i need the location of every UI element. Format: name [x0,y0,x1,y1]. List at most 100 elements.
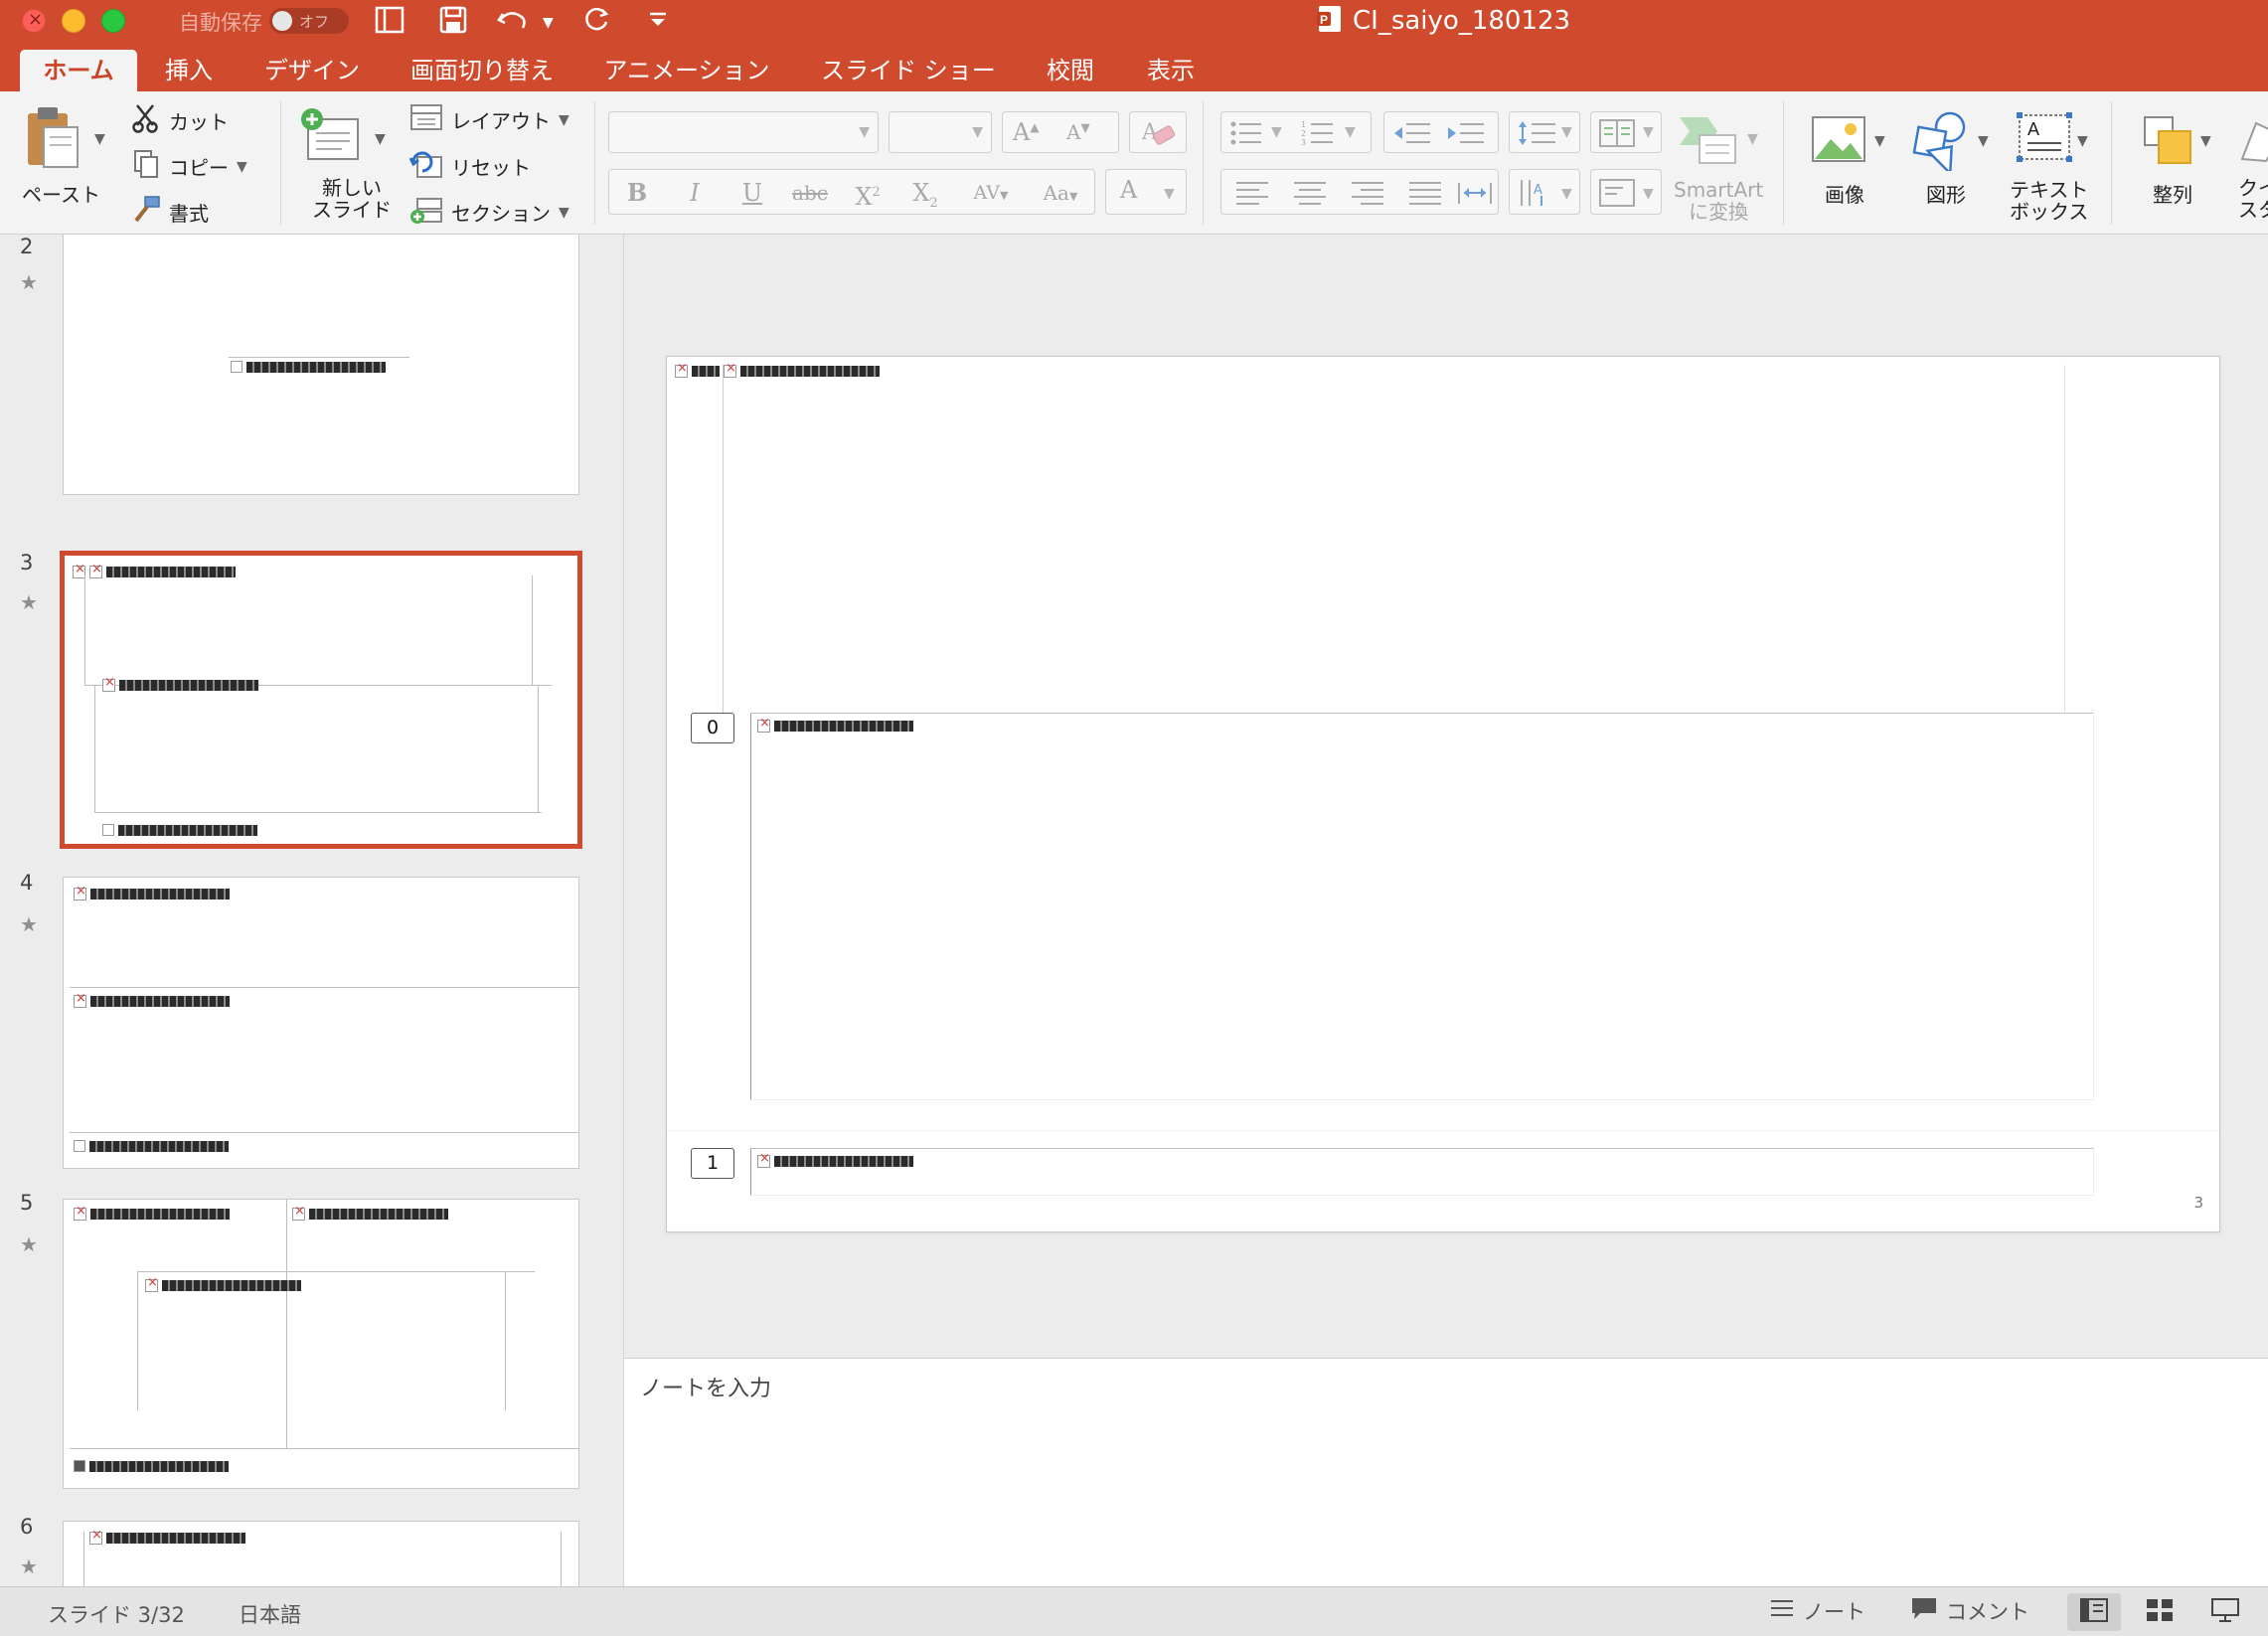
content-placeholder-0[interactable] [750,713,2094,1100]
slide-thumbnail-2[interactable] [63,235,579,495]
layout-dropdown-icon[interactable]: ▼ [559,112,569,128]
shapes-button[interactable] [1910,109,1974,177]
reset-button[interactable]: リセット [408,149,531,184]
underline-icon[interactable]: U [728,171,777,215]
broken-image-icon [724,361,736,378]
columns-button[interactable]: ▼ [1590,111,1662,153]
numbering-icon[interactable]: 123 [1301,119,1335,151]
slide-thumbnail-5[interactable] [63,1199,579,1489]
image-button[interactable] [1809,111,1868,169]
shapes-dropdown-icon[interactable]: ▼ [1978,133,1989,149]
tab-animations[interactable]: アニメーション [592,50,781,91]
font-size-select[interactable]: ▼ [889,111,992,153]
redo-icon[interactable] [580,4,612,36]
align-right-icon[interactable] [1351,180,1384,210]
arrange-button[interactable] [2141,113,2196,169]
tab-insert[interactable]: 挿入 [149,50,229,91]
current-slide[interactable]: 0 1 3 [666,356,2220,1232]
italic-icon[interactable]: I [670,171,720,215]
autosave-toggle[interactable]: オフ [269,8,349,34]
normal-view-button[interactable] [2067,1593,2121,1631]
grid-icon [2145,1597,2175,1627]
quick-styles-button[interactable] [2236,115,2268,165]
numbering-dropdown-icon[interactable]: ▼ [1345,124,1356,140]
slide-placeholder-title[interactable] [675,361,880,378]
customize-toolbar-icon[interactable] [646,4,670,36]
section-dropdown-icon[interactable]: ▼ [559,205,569,221]
cut-button[interactable]: カット [131,103,229,138]
textbox-button[interactable]: A [2016,111,2073,167]
section-button[interactable]: セクション ▼ [409,195,569,230]
align-center-icon[interactable] [1293,180,1327,210]
slide-thumbnail-6[interactable] [63,1521,579,1586]
thumbnail-line [83,1532,84,1586]
font-name-select[interactable]: ▼ [608,111,879,153]
distribute-icon[interactable] [1458,180,1492,210]
text-direction-button[interactable]: A ▼ [1509,169,1580,215]
placeholder-text-bars [89,1140,229,1152]
format-painter-button[interactable]: 書式 [131,195,209,230]
new-slide-button[interactable] [298,105,368,167]
justify-icon[interactable] [1408,180,1442,210]
tab-transitions[interactable]: 画面切り替え [398,50,567,91]
placeholder-text-bars [246,361,386,373]
align-text-button[interactable]: ▼ [1590,169,1662,215]
bold-icon[interactable]: B [612,171,662,215]
paste-button[interactable] [22,103,91,173]
number-box-1[interactable]: 1 [691,1148,734,1179]
slideshow-view-button[interactable] [2198,1593,2252,1631]
save-icon[interactable] [437,4,469,36]
guide-line [2064,365,2065,713]
normal-view-icon [2079,1597,2109,1627]
increase-indent-icon[interactable] [1446,119,1486,151]
undo-dropdown-icon[interactable]: ▼ [543,6,554,40]
window-maximize-button[interactable] [101,9,125,33]
slide-thumbnail-4[interactable] [63,877,579,1169]
language-indicator[interactable]: 日本語 [239,1599,301,1629]
smartart-button[interactable] [1678,113,1747,171]
clear-formatting-button[interactable]: A [1129,111,1187,153]
copy-dropdown-icon[interactable]: ▼ [237,159,247,175]
new-slide-dropdown-icon[interactable]: ▼ [375,131,386,147]
window-close-button[interactable] [22,9,46,33]
character-spacing-icon[interactable]: AV▼ [960,171,1022,215]
tab-review[interactable]: 校閲 [1034,50,1107,91]
notes-toggle-button[interactable]: ノート [1769,1595,1865,1626]
arrange-dropdown-icon[interactable]: ▼ [2200,133,2211,149]
tab-home[interactable]: ホーム [20,50,137,91]
slide-panel-icon[interactable] [374,4,405,36]
line-spacing-button[interactable]: ▼ [1509,111,1580,153]
decrease-font-size-icon[interactable]: A▼ [1066,120,1090,144]
bullets-icon[interactable] [1229,119,1263,151]
bullets-dropdown-icon[interactable]: ▼ [1271,124,1282,140]
tab-view[interactable]: 表示 [1131,50,1211,91]
subscript-icon[interactable]: X2 [900,171,950,215]
smartart-dropdown-icon[interactable]: ▼ [1747,131,1758,147]
undo-icon[interactable] [495,4,531,36]
textbox-dropdown-icon[interactable]: ▼ [2077,133,2088,149]
paste-dropdown-icon[interactable]: ▼ [94,131,105,147]
notes-placeholder[interactable]: ノートを入力 [640,1371,771,1402]
content-placeholder-1[interactable] [750,1148,2094,1196]
number-box-0[interactable]: 0 [691,713,734,743]
decrease-indent-icon[interactable] [1392,119,1432,151]
image-dropdown-icon[interactable]: ▼ [1874,133,1885,149]
slide-thumbnail-panel[interactable]: 2 ★ 3 ★ 4 ★ [0,235,624,1586]
increase-font-size-icon[interactable]: A▲ [1013,118,1040,146]
tab-slideshow[interactable]: スライド ショー [807,50,1010,91]
comments-toggle-button[interactable]: コメント [1910,1595,2029,1626]
notes-pane[interactable]: ノートを入力 [624,1358,2268,1586]
copy-button[interactable]: コピー ▼ [131,149,247,184]
strikethrough-icon[interactable]: abc [785,171,835,215]
layout-button[interactable]: レイアウト ▼ [409,103,569,136]
slide-thumbnail-3[interactable] [60,551,582,849]
change-case-icon[interactable]: Aa▼ [1030,171,1091,215]
align-left-icon[interactable] [1235,180,1269,210]
tab-design[interactable]: デザイン [250,50,374,91]
font-color-button[interactable]: A ▼ [1105,169,1187,215]
quick-styles-icon [2236,121,2268,165]
paintbrush-icon [131,195,161,230]
superscript-icon[interactable]: X2 [843,171,892,215]
window-minimize-button[interactable] [62,9,85,33]
slide-sorter-view-button[interactable] [2133,1593,2187,1631]
